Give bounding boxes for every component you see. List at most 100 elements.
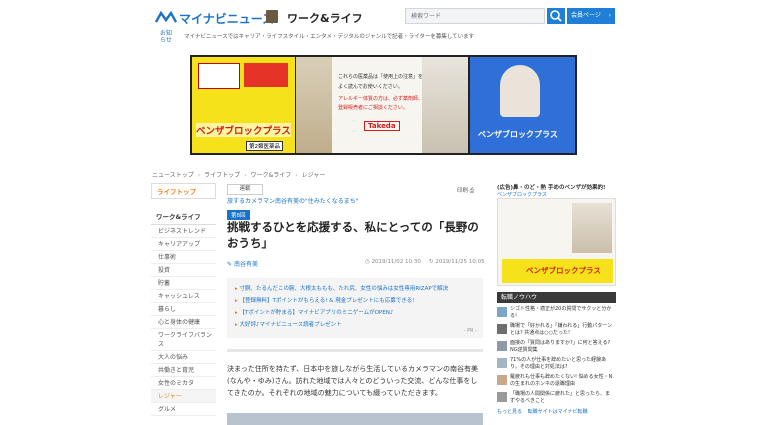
printer-icon: ⎙: [469, 188, 475, 194]
knowhow-header-label: 転職ノウハウ: [501, 294, 538, 301]
bullet-icon: ▸: [235, 310, 238, 316]
article-title: 挑戦するひとを応援する、私にとっての「長野のおうち」: [227, 220, 479, 250]
pr-link-text: 【Tポイントが貯まる】マイナビアプリのミニゲームがOPEN♪: [239, 310, 394, 316]
sidebar-item-gourmet[interactable]: グルメ: [151, 403, 216, 416]
more-link[interactable]: もっと見る: [497, 409, 522, 415]
logo-mark-icon[interactable]: [155, 11, 177, 23]
author-link[interactable]: ✎ 南谷有美: [227, 259, 258, 268]
pr-link[interactable]: ▸ 【Tポイントが貯まる】マイナビアプリのミニゲームがOPEN♪: [235, 308, 393, 316]
bullet-icon: ▸: [235, 322, 238, 328]
sidebar-item-health[interactable]: 心と身体の健康: [151, 316, 216, 329]
knowhow-header: 転職ノウハウ: [497, 292, 616, 303]
knowhow-item[interactable]: 71%の人が仕事を辞めたいと思った経験あり。その理由と対処法は?: [497, 357, 616, 373]
print-button[interactable]: 印刷 ⎙: [457, 186, 474, 195]
search-button[interactable]: [547, 8, 565, 24]
member-page-label: 会員ページ: [571, 12, 601, 19]
person-image: [572, 203, 612, 253]
banner-blue-panel: ベンザブロックプラス: [470, 57, 575, 153]
knowhow-item[interactable]: シゴト性格・適正が20の質問でサクッと分かる!: [497, 306, 616, 322]
pr-label: - PR -: [463, 328, 477, 334]
thumbnail: [497, 341, 507, 351]
thumbnail: [497, 358, 507, 368]
banner-product-name-2: ベンザブロックプラス: [478, 130, 558, 139]
knowhow-item[interactable]: 面接の「質問はありますか?」に何と答える? NG逆質問集: [497, 340, 616, 356]
knowhow-item-text: 面接の「質問はありますか?」に何と答える? NG逆質問集: [510, 340, 611, 353]
banner-product-panel: ベンザブロックプラス 第2類医薬品: [192, 57, 295, 153]
ad-product-name: ベンザブロックプラス: [526, 266, 601, 275]
sidebar-item-career-up[interactable]: キャリアアップ: [151, 238, 216, 251]
ad-caption-sub[interactable]: ベンザブロックプラス: [497, 191, 547, 198]
takeda-logo: Takeda: [364, 121, 400, 131]
banner-ad[interactable]: ベンザブロックプラス 第2類医薬品 これらの医薬品は「使用上の注意」を よく読ん…: [190, 55, 577, 155]
bullet-icon: ▸: [235, 298, 238, 304]
notice-text[interactable]: マイナビニュースではキャリア・ライフスタイル・エンタメ・デジタルのジャンルで記者…: [184, 32, 474, 40]
published-value: 2019/11/02 10:30: [371, 259, 421, 265]
banner-notice-line: これらの医薬品は「使用上の注意」を: [338, 74, 424, 80]
knowhow-more: もっと見る 転職サイトはマイナビ転職: [497, 408, 616, 416]
knowhow-list: シゴト性格・適正が20の質問でサクッと分かる! 職場で「好かれる」「嫌われる」行…: [497, 306, 616, 416]
knowhow-item[interactable]: 「職場の人間関係に疲れた」と思ったら、まずやるべきこと: [497, 391, 616, 407]
series-title[interactable]: 旅するカメラマン南谷有美の"住みたくなるまち": [227, 196, 359, 205]
breadcrumb-item[interactable]: レジャー: [302, 172, 326, 179]
knowhow-item[interactable]: 羅疲れも仕事も辞めたくない! 悩める女性・Nの生まれのホンネの退職理由: [497, 374, 616, 390]
breadcrumb-item[interactable]: ライフトップ: [204, 172, 240, 179]
banner-product-name: ベンザブロックプラス: [196, 123, 291, 137]
site-logo[interactable]: マイナビニュース: [179, 10, 274, 27]
knowhow-item-text: 羅疲れも仕事も辞めたくない! 悩める女性・Nの生まれのホンネの退職理由: [510, 374, 613, 387]
article-lead: 決まった住所を持たず、日本中を旅しながら生活しているカメラマンの南谷有美(なんや…: [227, 365, 479, 397]
breadcrumb-separator: ›: [197, 172, 201, 179]
breadcrumb: ニューストップ › ライフトップ › ワーク&ライフ › レジャー: [152, 170, 325, 179]
product-box-image: [198, 63, 240, 89]
category-title[interactable]: ワーク&ライフ: [287, 10, 363, 26]
sidebar-item-business-trend[interactable]: ビジネストレンド: [151, 225, 216, 238]
job-site-link[interactable]: 転職サイトはマイナビ転職: [528, 409, 588, 415]
pr-link[interactable]: ▸ 寸胴、たるんだこの腕、大根太ももも、たれ尻、女性の悩みは女性専用RIZAPで…: [235, 284, 448, 292]
banner-notice-line: 登録販売者にご相談ください。: [338, 105, 408, 111]
search-input[interactable]: [405, 8, 545, 24]
sidebar-item-women[interactable]: 女性のミカタ: [151, 377, 216, 390]
briefcase-icon: [266, 10, 278, 23]
pen-icon: ✎: [227, 261, 233, 268]
side-ad[interactable]: ベンザブロックプラス: [497, 198, 616, 286]
banner-notice-line: よく読んでお使いください。: [338, 84, 403, 90]
person-image: [296, 57, 332, 153]
sidebar-item-investment[interactable]: 投資: [151, 264, 216, 277]
sidebar-section-title[interactable]: ワーク&ライフ: [151, 209, 216, 225]
knowhow-item[interactable]: 職場で「好かれる」「嫌われる」行動パターンとは? 共通点は○○だった!: [497, 323, 616, 339]
sidebar-item-cashless[interactable]: キャッシュレス: [151, 290, 216, 303]
person-image: [500, 65, 540, 117]
person-image: [422, 57, 468, 153]
banner-notice-line: アレルギー体質の方は、必ず薬剤師、: [338, 96, 424, 102]
divider: [227, 349, 483, 352]
pr-link-text: 【登録無料】Tポイントがもらえる! & 現金プレゼントにも応募できる!: [239, 298, 415, 304]
pr-link-text: 寸胴、たるんだこの腕、大根太ももも、たれ尻、女性の悩みは女性専用RIZAPで解決: [239, 286, 449, 292]
sidebar-item-living[interactable]: 暮らし: [151, 303, 216, 316]
sidebar-top-link[interactable]: ライフトップ: [151, 183, 216, 199]
updated-value: 2019/11/25 10:05: [435, 259, 485, 265]
breadcrumb-separator: ›: [244, 172, 247, 179]
sidebar-item-work-skills[interactable]: 仕事術: [151, 251, 216, 264]
updated-date: ↻ 2019/11/25 10:05: [429, 259, 485, 265]
ad-caption[interactable]: (広告)鼻・のど・熱 手めのベンザが効果的!: [497, 183, 605, 191]
published-date: ◷ 2019/11/02 10:30: [365, 259, 421, 265]
article-image: [227, 413, 483, 425]
member-page-button[interactable]: 会員ページ ›: [567, 8, 615, 24]
pr-link-box: ▸ 寸胴、たるんだこの腕、大根太ももも、たれ尻、女性の悩みは女性専用RIZAPで…: [227, 278, 483, 338]
sidebar-item-dual-income[interactable]: 共働きと育児: [151, 364, 216, 377]
chevron-right-icon: ›: [608, 12, 611, 19]
bullet-icon: ▸: [235, 286, 238, 292]
sidebar-item-adult-worries[interactable]: 大人の悩み: [151, 351, 216, 364]
search-icon: [550, 10, 562, 22]
pr-link[interactable]: ▸ 大好評♪マイナビニュース読者プレゼント: [235, 320, 342, 328]
refresh-icon: ↻: [429, 259, 434, 265]
breadcrumb-item[interactable]: ワーク&ライフ: [251, 172, 292, 179]
sidebar-item-work-life-balance[interactable]: ワークライフバランス: [151, 329, 216, 351]
drug-class-badge: 第2類医薬品: [246, 141, 283, 151]
sidebar-item-leisure[interactable]: レジャー: [151, 390, 216, 403]
product-box-image: [244, 63, 288, 87]
knowhow-item-text: 職場で「好かれる」「嫌われる」行動パターンとは? 共通点は○○だった!: [510, 323, 613, 336]
pr-link[interactable]: ▸ 【登録無料】Tポイントがもらえる! & 現金プレゼントにも応募できる!: [235, 296, 414, 304]
thumbnail: [497, 307, 507, 317]
sidebar-item-savings[interactable]: 貯蓄: [151, 277, 216, 290]
breadcrumb-item[interactable]: ニューストップ: [152, 172, 194, 179]
